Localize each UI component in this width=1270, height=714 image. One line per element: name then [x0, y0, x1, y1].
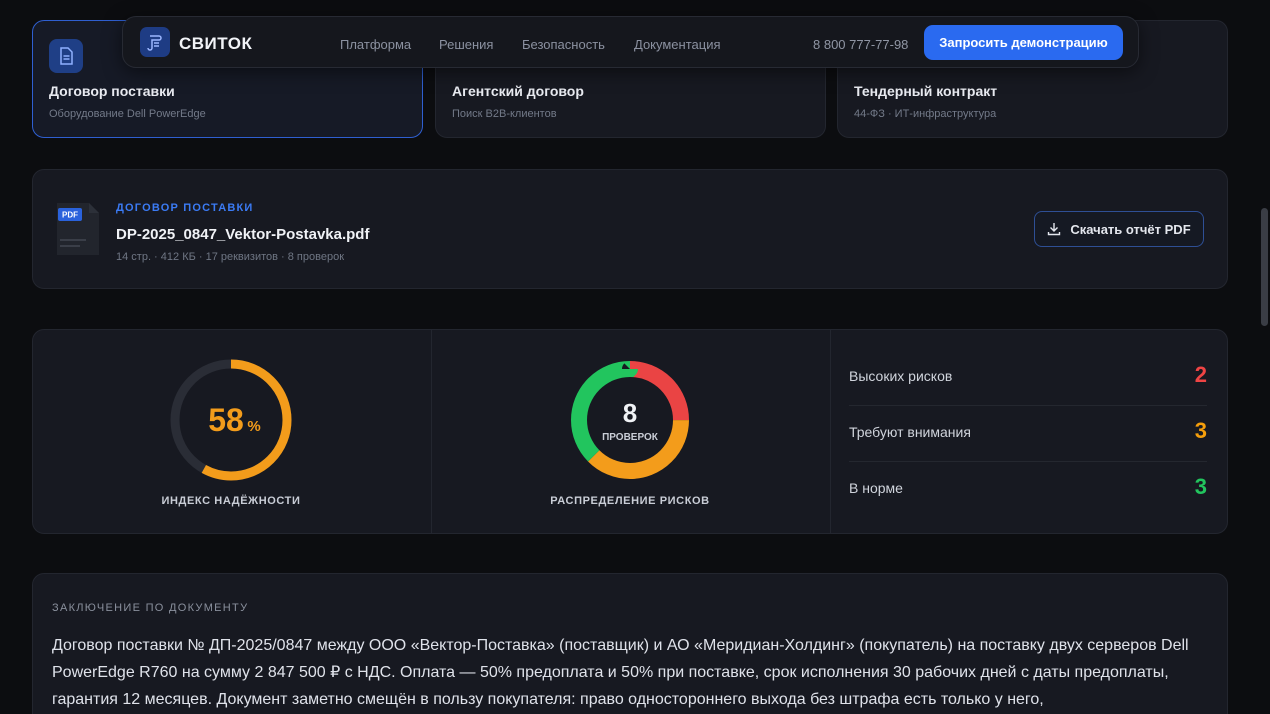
- reliability-gauge: 58 %: [170, 359, 292, 481]
- contract-tab-title: Договор поставки: [49, 83, 175, 99]
- document-icon: [49, 39, 83, 73]
- risk-count: 2: [1194, 362, 1207, 387]
- download-report-button[interactable]: Скачать отчёт PDF: [1034, 211, 1204, 247]
- contract-tab-subtitle: Оборудование Dell PowerEdge: [49, 108, 206, 120]
- contract-tab-title: Агентский договор: [452, 83, 584, 99]
- brand-name[interactable]: СВИТОК: [179, 34, 252, 54]
- scroll-logo-icon[interactable]: [140, 27, 170, 57]
- file-meta: 14 стр. · 412 КБ · 17 реквизитов · 8 про…: [116, 251, 345, 263]
- risk-label: В норме: [849, 480, 903, 496]
- conclusion-title: ЗАКЛЮЧЕНИЕ ПО ДОКУМЕНТУ: [52, 602, 249, 614]
- nav-link-security[interactable]: Безопасность: [522, 37, 605, 52]
- top-navigation: СВИТОК Платформа Решения Безопасность До…: [122, 16, 1139, 68]
- risk-distribution-donut: 8 ПРОВЕРОК: [571, 361, 689, 479]
- reliability-unit: %: [247, 418, 260, 435]
- phone-number[interactable]: 8 800 777-77-98: [813, 37, 908, 52]
- risk-row-normal: В норме 3: [849, 460, 1207, 516]
- checks-total-label: ПРОВЕРОК: [602, 432, 659, 443]
- download-icon: [1048, 223, 1061, 236]
- contract-tab-subtitle: 44-ФЗ · ИТ-инфраструктура: [854, 108, 997, 120]
- stats-card: 58 % ИНДЕКС НАДЁЖНОСТИ 8 ПРОВЕРОК РАСПРЕ…: [32, 329, 1228, 534]
- request-demo-button[interactable]: Запросить демонстрацию: [924, 25, 1123, 60]
- risk-row-attention: Требуют внимания 3: [849, 404, 1207, 460]
- file-name: DP-2025_0847_Vektor-Postavka.pdf: [116, 226, 370, 243]
- reliability-value: 58: [208, 402, 244, 438]
- checks-total: 8: [623, 398, 637, 428]
- file-category: ДОГОВОР ПОСТАВКИ: [116, 202, 254, 214]
- download-label: Скачать отчёт PDF: [1070, 221, 1191, 237]
- conclusion-text: Договор поставки № ДП-2025/0847 между ОО…: [52, 637, 1189, 708]
- nav-link-platform[interactable]: Платформа: [340, 37, 411, 52]
- reliability-label: ИНДЕКС НАДЁЖНОСТИ: [161, 495, 301, 507]
- contract-tab-title: Тендерный контракт: [854, 83, 998, 99]
- contract-tab-subtitle: Поиск B2B-клиентов: [452, 108, 557, 120]
- risk-count: 3: [1194, 474, 1207, 499]
- pdf-file-icon: PDF: [55, 201, 101, 257]
- nav-link-docs[interactable]: Документация: [634, 37, 721, 52]
- risk-count: 3: [1194, 418, 1207, 443]
- page-scrollbar[interactable]: [1261, 208, 1268, 326]
- conclusion-card: ЗАКЛЮЧЕНИЕ ПО ДОКУМЕНТУ Договор поставки…: [32, 573, 1228, 714]
- pdf-badge: PDF: [62, 211, 78, 220]
- risk-distribution-label: РАСПРЕДЕЛЕНИЕ РИСКОВ: [550, 495, 710, 507]
- risk-row-high: Высоких рисков 2: [849, 348, 1207, 404]
- nav-link-solutions[interactable]: Решения: [439, 37, 493, 52]
- file-card: PDF ДОГОВОР ПОСТАВКИ DP-2025_0847_Vektor…: [32, 169, 1228, 289]
- risk-label: Требуют внимания: [849, 424, 971, 440]
- risk-label: Высоких рисков: [849, 368, 953, 384]
